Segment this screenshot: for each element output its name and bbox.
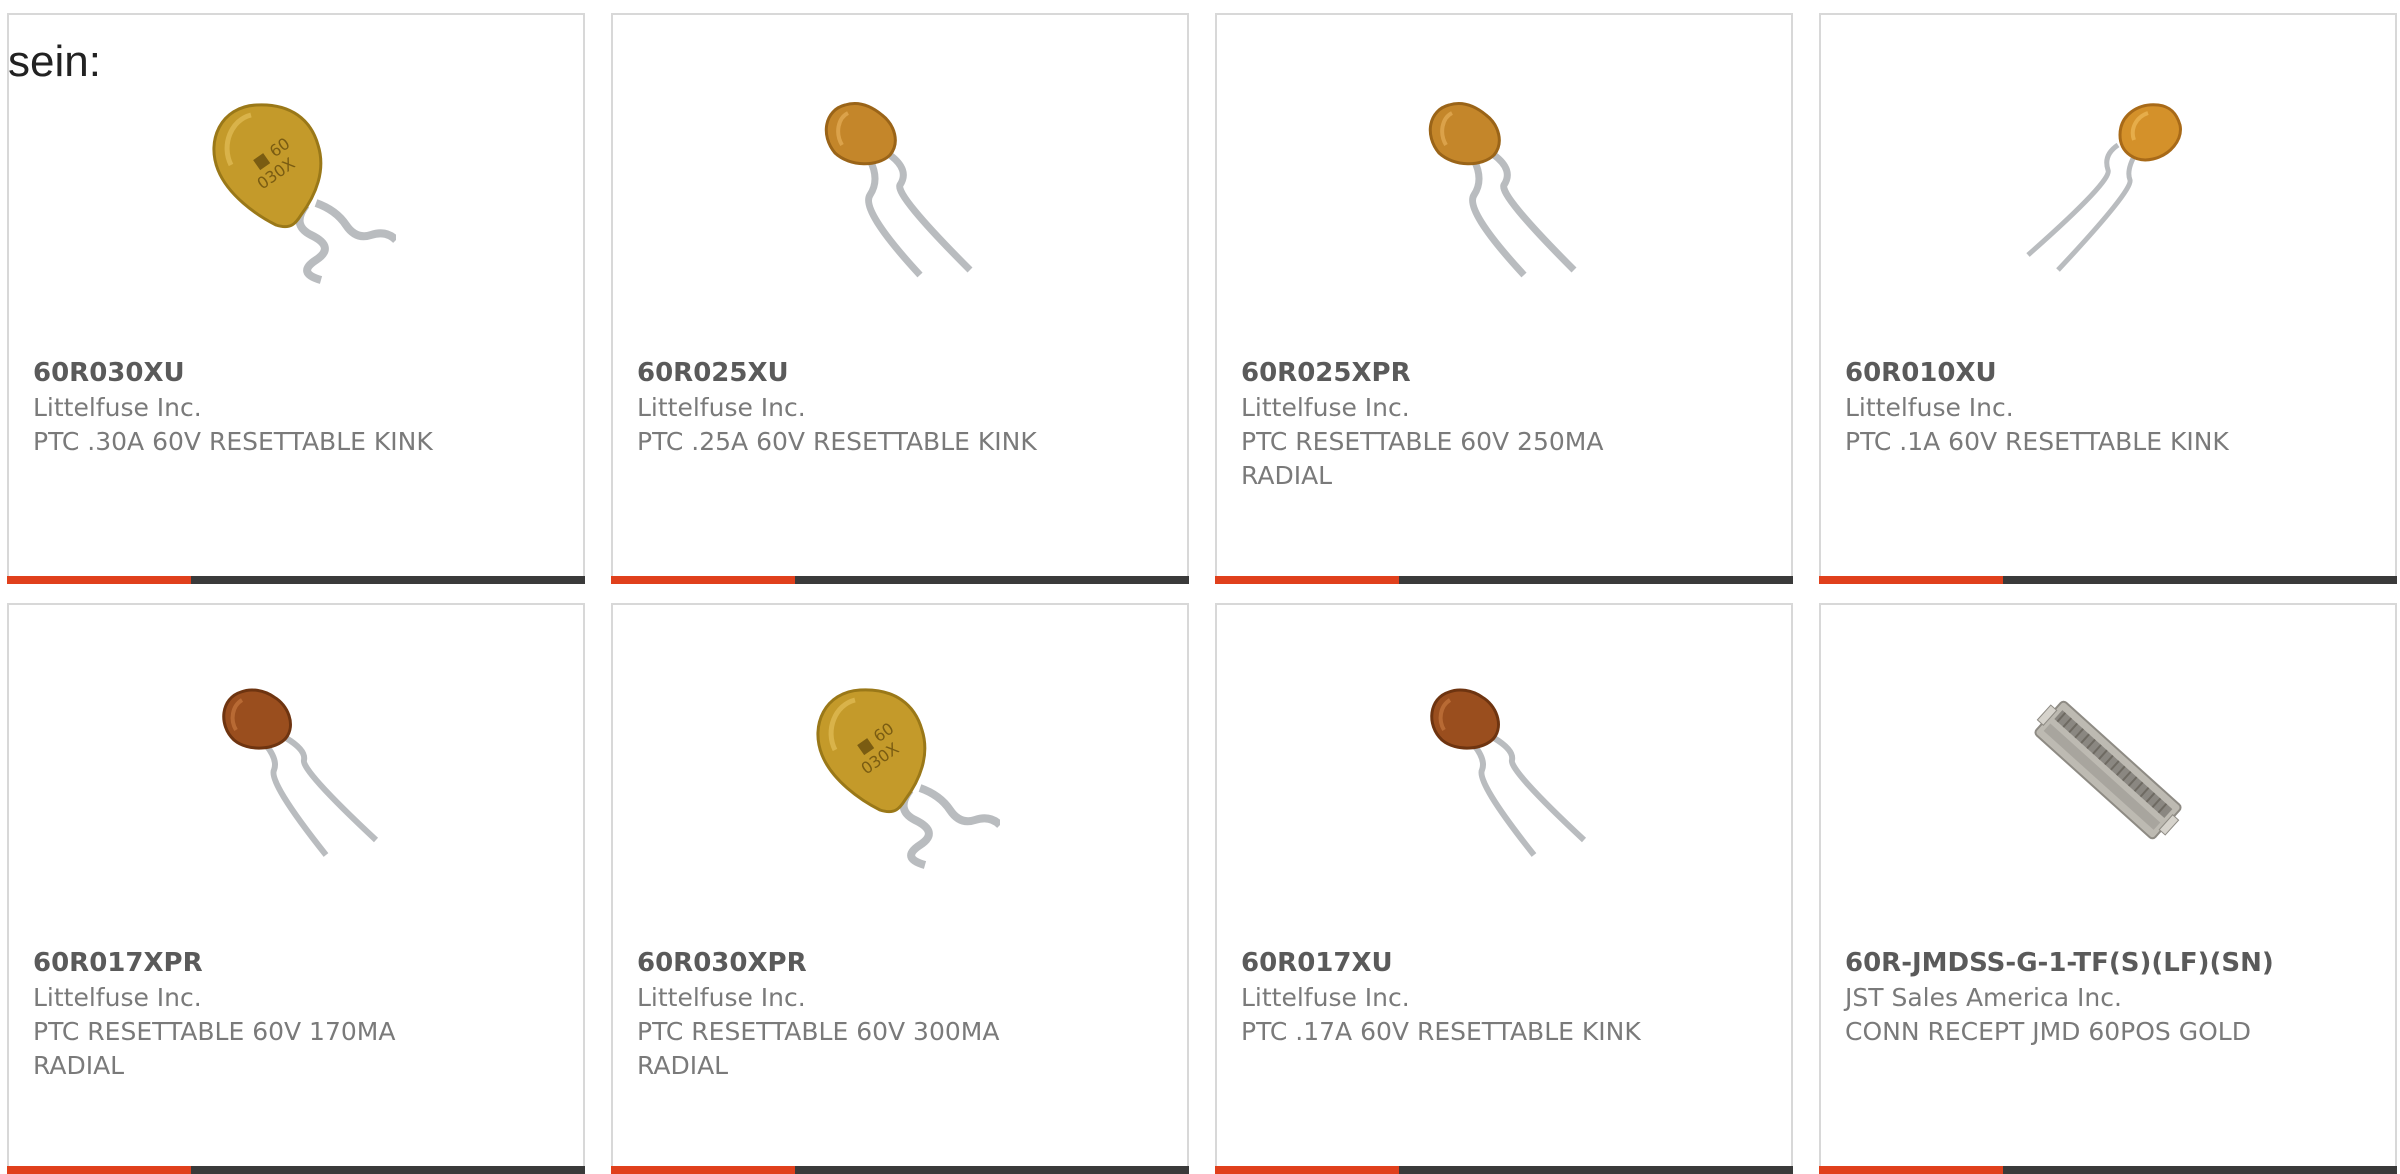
lead-text: sein: — [8, 37, 101, 86]
product-grid: ■ 60 030X 60R030XU Littelfuse Inc. PTC .… — [0, 0, 2400, 1174]
part-number[interactable]: 60R025XPR — [1241, 355, 1771, 391]
part-number[interactable]: 60R025XU — [637, 355, 1167, 391]
product-card[interactable]: 60R025XPR Littelfuse Inc. PTC RESETTABLE… — [1215, 13, 1793, 584]
description: PTC .17A 60V RESETTABLE KINK — [1241, 1017, 1641, 1046]
ptc-radial-dark-icon — [1430, 688, 1587, 857]
part-number[interactable]: 60R017XU — [1241, 945, 1771, 981]
card-bar — [7, 576, 585, 584]
ptc-radial-tilted-icon — [2026, 103, 2182, 272]
description: PTC .25A 60V RESETTABLE KINK — [637, 427, 1037, 456]
card-bar — [7, 1166, 585, 1174]
part-number[interactable]: 60R030XU — [33, 355, 563, 391]
part-number[interactable]: 60R010XU — [1845, 355, 2375, 391]
description: PTC RESETTABLE 60V 300MA RADIAL — [637, 1017, 1000, 1080]
part-number[interactable]: 60R017XPR — [33, 945, 563, 981]
ptc-radial-small-icon — [824, 101, 973, 278]
ptc-disc-large-icon: ■ 60 030X — [212, 103, 396, 284]
manufacturer: Littelfuse Inc. — [637, 983, 806, 1012]
card-bar-accent — [611, 1166, 795, 1174]
card-bar-accent — [611, 576, 795, 584]
product-card[interactable]: 60R-JMDSS-G-1-TF(S)(LF)(SN) JST Sales Am… — [1819, 603, 2397, 1174]
manufacturer: Littelfuse Inc. — [33, 393, 202, 422]
ptc-radial-dark-icon — [222, 688, 379, 857]
manufacturer: Littelfuse Inc. — [1241, 393, 1410, 422]
product-card[interactable]: 60R017XPR Littelfuse Inc. PTC RESETTABLE… — [7, 603, 585, 1174]
card-bar-accent — [1215, 576, 1399, 584]
card-bar-accent — [1215, 1166, 1399, 1174]
part-number[interactable]: 60R030XPR — [637, 945, 1167, 981]
manufacturer: Littelfuse Inc. — [1241, 983, 1410, 1012]
product-card[interactable]: ■ 60 030X 60R030XU Littelfuse Inc. PTC .… — [7, 13, 585, 584]
product-card[interactable]: 60R017XU Littelfuse Inc. PTC .17A 60V RE… — [1215, 603, 1793, 1174]
connector-icon — [2034, 700, 2182, 840]
card-bar-accent — [7, 1166, 191, 1174]
card-bar — [1819, 1166, 2397, 1174]
manufacturer: Littelfuse Inc. — [1845, 393, 2014, 422]
card-bar — [1215, 576, 1793, 584]
ptc-radial-small-icon — [1428, 101, 1577, 278]
part-number[interactable]: 60R-JMDSS-G-1-TF(S)(LF)(SN) — [1845, 945, 2375, 981]
product-card[interactable]: ■ 60 030X 60R030XPR Littelfuse Inc. PTC … — [611, 603, 1189, 1174]
description: PTC RESETTABLE 60V 250MA RADIAL — [1241, 427, 1604, 490]
description: PTC RESETTABLE 60V 170MA RADIAL — [33, 1017, 396, 1080]
product-card[interactable]: 60R025XU Littelfuse Inc. PTC .25A 60V RE… — [611, 13, 1189, 584]
description: PTC .30A 60V RESETTABLE KINK — [33, 427, 433, 456]
product-card[interactable]: 60R010XU Littelfuse Inc. PTC .1A 60V RES… — [1819, 13, 2397, 584]
card-bar — [611, 576, 1189, 584]
description: PTC .1A 60V RESETTABLE KINK — [1845, 427, 2229, 456]
card-bar — [1819, 576, 2397, 584]
manufacturer: JST Sales America Inc. — [1845, 983, 2122, 1012]
card-bar-accent — [1819, 1166, 2003, 1174]
manufacturer: Littelfuse Inc. — [637, 393, 806, 422]
card-bar — [1215, 1166, 1793, 1174]
description: CONN RECEPT JMD 60POS GOLD — [1845, 1017, 2251, 1046]
card-bar-accent — [7, 576, 191, 584]
ptc-disc-large-icon: ■ 60 030X — [816, 688, 1000, 869]
card-bar-accent — [1819, 576, 2003, 584]
manufacturer: Littelfuse Inc. — [33, 983, 202, 1012]
card-bar — [611, 1166, 1189, 1174]
